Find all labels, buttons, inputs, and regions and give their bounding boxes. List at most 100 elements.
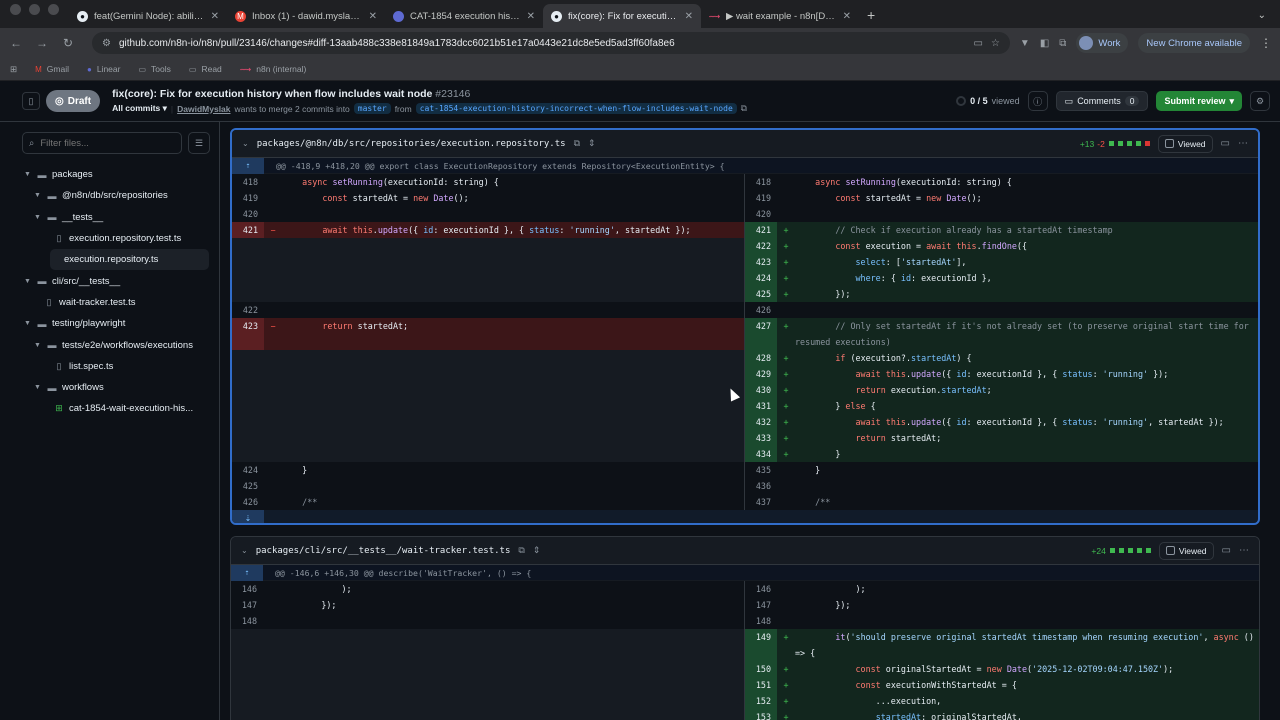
browser-tab[interactable]: M Inbox (1) - dawid.myslak@n8 ✕ bbox=[227, 4, 385, 28]
info-icon[interactable]: ⓘ bbox=[1027, 91, 1048, 111]
browser-tab[interactable]: ⟿ ▶ wait example - n8n[DEV] ✕ bbox=[701, 4, 859, 28]
diff-line[interactable]: 418 async setRunning(executionId: string… bbox=[232, 174, 744, 190]
viewed-checkbox[interactable]: Viewed bbox=[1158, 541, 1214, 560]
filter-options-icon[interactable]: ☰ bbox=[188, 132, 210, 154]
diff-line-added[interactable]: 152 + ...execution, bbox=[745, 693, 1259, 709]
diff-line-added[interactable]: 433 + return startedAt; bbox=[745, 430, 1258, 446]
diff-line[interactable]: 420 bbox=[232, 206, 744, 222]
diff-line[interactable]: 147 }); bbox=[231, 597, 744, 613]
diff-line-added[interactable]: 422 + const execution = await this.findOn… bbox=[745, 238, 1258, 254]
extension-icon[interactable]: ▼ bbox=[1020, 38, 1030, 49]
expand-down-icon[interactable]: ⇣ bbox=[232, 510, 264, 523]
diff-line[interactable]: 426 /** bbox=[232, 494, 744, 510]
tree-folder[interactable]: ▼ ▬ cli/src/__tests__ bbox=[0, 270, 219, 291]
diff-line[interactable]: 148 bbox=[231, 613, 744, 629]
comment-icon[interactable]: ▭ bbox=[1221, 138, 1230, 149]
tab-search-icon[interactable]: ⌄ bbox=[1258, 10, 1280, 28]
tree-folder[interactable]: ▼ ▬ workflows bbox=[0, 377, 219, 398]
file-path[interactable]: packages/@n8n/db/src/repositories/execut… bbox=[257, 139, 566, 149]
diff-line-added[interactable]: 424 + where: { id: executionId }, bbox=[745, 270, 1258, 286]
diff-line-added[interactable]: 150 + const originalStartedAt = new Date(… bbox=[745, 661, 1259, 677]
forward-icon[interactable]: → bbox=[34, 36, 50, 50]
tree-file[interactable]: ▯ execution.repository.test.ts bbox=[0, 228, 219, 249]
chevron-down-icon[interactable]: ⌄ bbox=[241, 546, 248, 555]
diff-line[interactable]: 418 async setRunning(executionId: string… bbox=[745, 174, 1258, 190]
filter-files-input[interactable] bbox=[40, 137, 171, 149]
expand-up-icon[interactable]: ⇡ bbox=[231, 564, 263, 581]
diff-line[interactable]: 426 bbox=[745, 302, 1258, 318]
all-commits-dropdown[interactable]: All commits ▾ bbox=[112, 103, 167, 114]
diff-line-added[interactable]: 432 + await this.update({ id: executionId… bbox=[745, 414, 1258, 430]
bookmark-item[interactable]: M Gmail bbox=[35, 64, 69, 74]
diff-line-added[interactable]: 429 + await this.update({ id: executionId… bbox=[745, 366, 1258, 382]
browser-tab[interactable]: ● feat(Gemini Node): ability to ✕ bbox=[69, 4, 227, 28]
diff-line[interactable]: 146 ); bbox=[745, 581, 1259, 597]
bookmark-item[interactable]: ⟿ n8n (internal) bbox=[240, 64, 307, 74]
author-link[interactable]: DawidMyslak bbox=[177, 104, 230, 114]
chevron-down-icon[interactable]: ⌄ bbox=[242, 139, 249, 148]
tree-folder[interactable]: ▼ ▬ tests/e2e/workflows/executions bbox=[0, 334, 219, 355]
browser-menu-icon[interactable]: ⋮ bbox=[1260, 36, 1272, 50]
reload-icon[interactable]: ↻ bbox=[60, 36, 76, 50]
extensions-puzzle-icon[interactable]: ⧉ bbox=[1059, 38, 1066, 49]
diff-line-deleted[interactable]: 423− return startedAt; bbox=[232, 318, 744, 350]
profile-button[interactable]: Work bbox=[1076, 33, 1129, 53]
back-icon[interactable]: ← bbox=[8, 36, 24, 50]
diff-line-added[interactable]: 425 + }); bbox=[745, 286, 1258, 302]
address-bar[interactable]: ⚙ github.com/n8n-io/n8n/pull/23146/chang… bbox=[92, 32, 1010, 54]
bookmark-folder[interactable]: ▭ Tools bbox=[138, 64, 170, 74]
extension-icon[interactable]: ◧ bbox=[1040, 38, 1049, 49]
bookmark-folder[interactable]: ▭ Read bbox=[189, 64, 222, 74]
diff-line[interactable]: 436 bbox=[745, 478, 1258, 494]
site-info-icon[interactable]: ⚙ bbox=[102, 38, 111, 49]
gear-icon[interactable]: ⚙ bbox=[1250, 91, 1270, 111]
close-tab-icon[interactable]: ✕ bbox=[685, 11, 693, 22]
diff-line[interactable]: 435 } bbox=[745, 462, 1258, 478]
diff-line-added[interactable]: 431 + } else { bbox=[745, 398, 1258, 414]
tree-folder[interactable]: ▼ ▬ packages bbox=[0, 164, 219, 185]
tree-file[interactable]: ▯ wait-tracker.test.ts bbox=[0, 292, 219, 313]
bookmark-star-icon[interactable]: ☆ bbox=[991, 38, 1000, 49]
comments-button[interactable]: ▭ Comments 0 bbox=[1055, 91, 1149, 111]
new-tab-button[interactable]: + bbox=[859, 7, 885, 28]
diff-line-added[interactable]: 149 + it('should preserve original starte… bbox=[745, 629, 1259, 661]
comment-icon[interactable]: ▭ bbox=[1222, 545, 1231, 556]
copy-icon[interactable]: ⧉ bbox=[574, 138, 580, 149]
maximize-window-button[interactable] bbox=[48, 4, 59, 15]
diff-line-added[interactable]: 421 + // Check if execution already has a… bbox=[745, 222, 1258, 238]
diff-line-added[interactable]: 423 + select: ['startedAt'], bbox=[745, 254, 1258, 270]
bookmark-item[interactable]: ● Linear bbox=[87, 64, 120, 74]
diff-line[interactable]: 146 ); bbox=[231, 581, 744, 597]
diff-line-added[interactable]: 153 + startedAt: originalStartedAt, bbox=[745, 709, 1259, 720]
minimize-window-button[interactable] bbox=[29, 4, 40, 15]
tree-file[interactable]: ▯ list.spec.ts bbox=[0, 356, 219, 377]
browser-tab-active[interactable]: ● fix(core): Fix for execution hi ✕ bbox=[543, 4, 701, 28]
base-branch[interactable]: master bbox=[353, 103, 391, 114]
copy-icon[interactable]: ⧉ bbox=[741, 103, 747, 114]
tree-file-selected[interactable]: execution.repository.ts bbox=[50, 249, 209, 271]
close-tab-icon[interactable]: ✕ bbox=[211, 11, 219, 22]
diff-line[interactable]: 437 /** bbox=[745, 494, 1258, 510]
head-branch[interactable]: cat-1854-execution-history-incorrect-whe… bbox=[415, 103, 737, 114]
tree-file-added[interactable]: ⊞ cat-1854-wait-execution-his... bbox=[0, 398, 219, 419]
diff-line[interactable]: 148 bbox=[745, 613, 1259, 629]
cast-icon[interactable]: ▭ bbox=[974, 38, 983, 49]
more-options-icon[interactable]: ⋯ bbox=[1239, 545, 1249, 556]
expand-all-icon[interactable]: ⇕ bbox=[533, 545, 541, 556]
browser-tab[interactable]: CAT-1854 execution history i ✕ bbox=[385, 4, 543, 28]
diff-line[interactable]: 147 }); bbox=[745, 597, 1259, 613]
file-path[interactable]: packages/cli/src/__tests__/wait-tracker.… bbox=[256, 546, 511, 556]
expand-up-icon[interactable]: ⇡ bbox=[232, 157, 264, 174]
diff-line-added[interactable]: 428 + if (execution?.startedAt) { bbox=[745, 350, 1258, 366]
diff-line-added[interactable]: 427 + // Only set startedAt if it's not a… bbox=[745, 318, 1258, 350]
diff-line[interactable]: 422 bbox=[232, 302, 744, 318]
more-options-icon[interactable]: ⋯ bbox=[1238, 138, 1248, 149]
tree-folder[interactable]: ▼ ▬ __tests__ bbox=[0, 207, 219, 228]
diff-line[interactable]: 419 const startedAt = new Date(); bbox=[232, 190, 744, 206]
diff-line-added[interactable]: 151 + const executionWithStartedAt = { bbox=[745, 677, 1259, 693]
diff-line[interactable]: 424 } bbox=[232, 462, 744, 478]
close-tab-icon[interactable]: ✕ bbox=[369, 11, 377, 22]
tree-folder[interactable]: ▼ ▬ @n8n/db/src/repositories bbox=[0, 185, 219, 206]
copy-icon[interactable]: ⧉ bbox=[518, 545, 524, 556]
expand-all-icon[interactable]: ⇕ bbox=[588, 138, 596, 149]
